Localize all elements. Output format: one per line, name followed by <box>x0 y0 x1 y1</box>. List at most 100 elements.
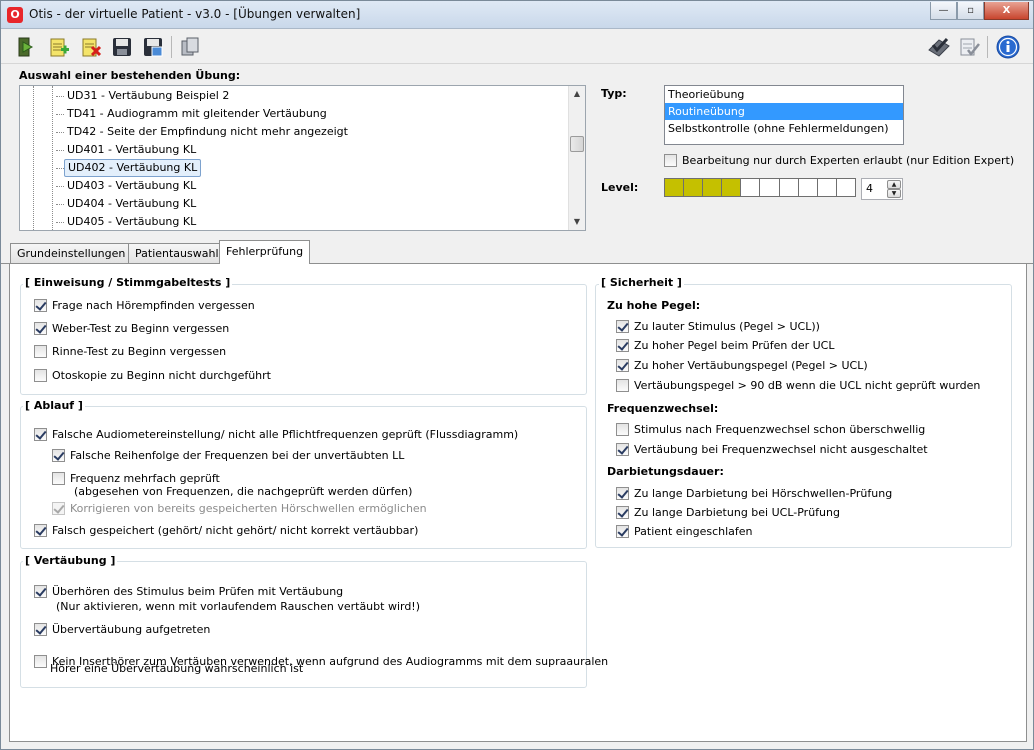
checkbox[interactable] <box>616 422 629 436</box>
checkbox[interactable] <box>616 358 629 372</box>
check-row[interactable]: Rinne-Test zu Beginn vergessen <box>34 343 226 359</box>
expert-only-checkbox[interactable] <box>664 153 677 167</box>
checkbox[interactable] <box>34 654 47 668</box>
exercise-tree[interactable]: UD31 - Vertäubung Beispiel 2 TD41 - Audi… <box>19 85 586 231</box>
tree-item[interactable]: UD403 - Vertäubung KL <box>20 177 569 195</box>
checkbox[interactable] <box>34 523 47 537</box>
type-option[interactable]: Theorieübung <box>665 86 903 103</box>
checkbox[interactable] <box>34 368 47 382</box>
tree-item[interactable]: UD404 - Vertäubung KL <box>20 195 569 213</box>
save-as-button[interactable] <box>140 34 166 60</box>
check-row[interactable]: Zu hoher Vertäubungspegel (Pegel > UCL) <box>616 357 868 373</box>
checkbox[interactable] <box>34 344 47 358</box>
scroll-thumb[interactable] <box>570 136 584 152</box>
checklist-button[interactable] <box>956 34 982 60</box>
checkbox[interactable] <box>616 378 629 392</box>
level-value[interactable]: 4 <box>866 182 873 195</box>
check-row[interactable]: Falsche Reihenfolge der Frequenzen bei d… <box>52 447 404 463</box>
check-row[interactable]: Falsch gespeichert (gehört/ nicht gehört… <box>34 522 418 538</box>
check-row[interactable]: Zu lange Darbietung bei UCL-Prüfung <box>616 504 840 520</box>
checkbox[interactable] <box>616 486 629 500</box>
tab-patientauswahl[interactable]: Patientauswahl <box>128 243 226 263</box>
check-row[interactable]: Otoskopie zu Beginn nicht durchgeführt <box>34 367 271 383</box>
level-cell[interactable] <box>722 179 742 196</box>
checkbox[interactable] <box>616 505 629 519</box>
tree-item[interactable]: UD31 - Vertäubung Beispiel 2 <box>20 87 569 105</box>
tab-grundeinstellungen[interactable]: Grundeinstellungen <box>10 243 133 263</box>
check-row[interactable]: Zu lauter Stimulus (Pegel > UCL)) <box>616 318 820 334</box>
type-option-selected[interactable]: Routineübung <box>665 103 903 120</box>
check-label: Übervertäubung aufgetreten <box>52 622 211 636</box>
check-row[interactable]: Stimulus nach Frequenzwechsel schon über… <box>616 421 925 437</box>
checkbox[interactable] <box>616 319 629 333</box>
checkbox[interactable] <box>616 442 629 456</box>
tree-item[interactable]: TD41 - Audiogramm mit gleitender Vertäub… <box>20 105 569 123</box>
checkbox[interactable] <box>34 321 47 335</box>
level-cell[interactable] <box>817 179 837 196</box>
level-cell[interactable] <box>798 179 818 196</box>
tree-connector <box>56 96 64 97</box>
save-button[interactable] <box>109 34 135 60</box>
check-label: Weber-Test zu Beginn vergessen <box>52 321 230 335</box>
spin-up-icon[interactable]: ▲ <box>887 180 901 189</box>
check-row[interactable]: Frage nach Hörempfinden vergessen <box>34 297 255 313</box>
info-button[interactable] <box>995 34 1021 60</box>
checkbox[interactable] <box>34 584 47 598</box>
delete-exercise-button[interactable] <box>78 34 104 60</box>
exit-button[interactable] <box>13 34 39 60</box>
expert-only-row[interactable]: Bearbeitung nur durch Experten erlaubt (… <box>664 152 1014 168</box>
tree-item[interactable]: TD42 - Seite der Empfindung nicht mehr a… <box>20 123 569 141</box>
level-cell[interactable] <box>684 179 704 196</box>
level-cell[interactable] <box>779 179 799 196</box>
checkbox[interactable] <box>34 622 47 636</box>
check-row[interactable]: Übervertäubung aufgetreten <box>34 621 210 637</box>
group-title: [ Einweisung / Stimmgabeltests ] <box>23 276 233 289</box>
checkbox[interactable] <box>52 471 65 485</box>
check-label: Otoskopie zu Beginn nicht durchgeführt <box>52 368 271 382</box>
level-cell[interactable] <box>836 179 855 196</box>
level-cell[interactable] <box>703 179 723 196</box>
check-row: Korrigieren von bereits gespeicherten Hö… <box>52 500 427 516</box>
approve-button[interactable] <box>926 34 952 60</box>
check-row[interactable]: Weber-Test zu Beginn vergessen <box>34 320 229 336</box>
check-label: Zu hoher Pegel beim Prüfen der UCL <box>634 338 835 352</box>
checkbox[interactable] <box>52 448 65 462</box>
level-spinner[interactable]: 4 ▲ ▼ <box>861 178 903 200</box>
copy-button[interactable] <box>177 34 203 60</box>
checkbox[interactable] <box>616 338 629 352</box>
check-row[interactable]: Zu lange Darbietung bei Hörschwellen-Prü… <box>616 485 892 501</box>
check-row[interactable]: Falsche Audiometereinstellung/ nicht all… <box>34 426 518 442</box>
check-row[interactable]: Vertäubung bei Frequenzwechsel nicht aus… <box>616 441 928 457</box>
level-cell[interactable] <box>665 179 685 196</box>
maximize-button[interactable]: ▫ <box>957 2 984 20</box>
check-row[interactable]: Patient eingeschlafen <box>616 523 753 539</box>
checkbox[interactable] <box>34 427 47 441</box>
check-label: Stimulus nach Frequenzwechsel schon über… <box>634 422 926 436</box>
spin-down-icon[interactable]: ▼ <box>887 189 901 198</box>
level-label: Level: <box>601 181 639 194</box>
check-row[interactable]: Frequenz mehrfach geprüft <box>52 470 220 486</box>
level-bar[interactable] <box>664 178 856 197</box>
check-row[interactable]: Überhören des Stimulus beim Prüfen mit V… <box>34 583 343 599</box>
check-row[interactable]: Vertäubungspegel > 90 dB wenn die UCL ni… <box>616 377 980 393</box>
level-cell[interactable] <box>760 179 780 196</box>
type-option[interactable]: Selbstkontrolle (ohne Fehlermeldungen) <box>665 120 903 137</box>
tree-item[interactable]: UD401 - Vertäubung KL <box>20 141 569 159</box>
scroll-up-icon[interactable]: ▲ <box>569 86 585 102</box>
close-button[interactable]: X <box>984 2 1029 20</box>
scroll-down-icon[interactable]: ▼ <box>569 214 585 230</box>
checkbox[interactable] <box>34 298 47 312</box>
tree-item[interactable]: UD405 - Vertäubung KL <box>20 213 569 230</box>
checkbox[interactable] <box>616 524 629 538</box>
sub-title: Zu hohe Pegel: <box>607 299 701 312</box>
tab-fehlerpruefung[interactable]: Fehlerprüfung <box>219 240 311 264</box>
check-row[interactable]: Zu hoher Pegel beim Prüfen der UCL <box>616 337 834 353</box>
tree-connector <box>56 168 64 169</box>
title-bar[interactable]: O Otis - der virtuelle Patient - v3.0 - … <box>1 1 1033 29</box>
tree-item-selected[interactable]: UD402 - Vertäubung KL <box>20 159 569 177</box>
level-cell[interactable] <box>741 179 761 196</box>
tree-scrollbar[interactable]: ▲ ▼ <box>568 86 585 230</box>
minimize-button[interactable]: — <box>930 2 957 20</box>
new-exercise-button[interactable] <box>46 34 72 60</box>
type-listbox[interactable]: Theorieübung Routineübung Selbstkontroll… <box>664 85 904 145</box>
